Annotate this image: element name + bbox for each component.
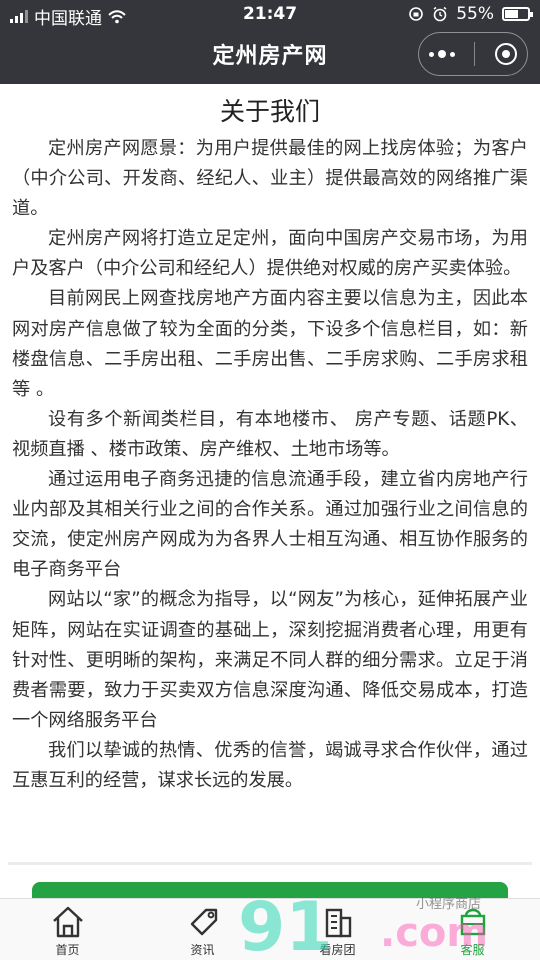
battery-icon [502, 7, 533, 21]
status-bar: 中国联通 21:47 55% [0, 0, 540, 30]
tab-house-tour-label: 看房团 [319, 943, 356, 957]
home-icon [52, 906, 83, 938]
status-right: 55% [408, 4, 533, 24]
capsule-divider [474, 42, 476, 66]
close-mini-program-icon[interactable] [495, 43, 518, 65]
building-icon [325, 908, 351, 938]
about-content: 关于我们 定州房产网愿景：为用户提供最佳的网上找房体验；为客户（中介公司、开发商… [12, 92, 528, 796]
about-paragraph: 通过运用电子商务迅捷的信息流通手段，建立省内房地产行业内部及其相关行业之间的合作… [12, 469, 528, 581]
app-header: 中国联通 21:47 55% 定州房产网 [0, 0, 540, 84]
mini-program-capsule [418, 32, 528, 76]
battery-percent: 55% [456, 4, 494, 24]
tab-service[interactable]: 客服 [405, 899, 540, 960]
tag-icon [190, 908, 217, 936]
more-icon[interactable] [428, 50, 455, 58]
about-paragraph: 设有多个新闻类栏目，有本地楼市、 房产专题、话题PK、视频直播 、楼市政策、房产… [12, 408, 528, 460]
about-title: 关于我们 [219, 97, 320, 126]
tab-home-label: 首页 [55, 943, 80, 957]
about-paragraph: 定州房产网愿景：为用户提供最佳的网上找房体验；为客户（中介公司、开发商、经纪人、… [12, 138, 528, 220]
about-paragraph: 目前网民上网查找房地产方面内容主要以信息为主，因此本网对房产信息做了较为全面的分… [12, 288, 528, 400]
tab-house-tour[interactable]: 看房团 [270, 899, 405, 960]
about-paragraph: 网站以“家”的概念为指导，以“网友”为核心，延伸拓展产业矩阵，网站在实证调查的基… [12, 589, 528, 731]
content-divider [8, 862, 532, 865]
service-icon [460, 908, 485, 936]
tab-news[interactable]: 资讯 [135, 899, 270, 960]
orientation-lock-icon [409, 7, 424, 21]
bottom-tabbar: 首页 资讯 看房团 客服 [0, 898, 540, 960]
tab-news-label: 资讯 [190, 943, 215, 957]
alarm-icon [433, 6, 447, 22]
about-paragraph: 我们以挚诚的热情、优秀的信誉，竭诚寻求合作伙伴，通过互惠互利的经营，谋求长远的发… [12, 739, 528, 791]
about-paragraph: 定州房产网将打造立足定州，面向中国房产交易市场，为用户及客户（中介公司和经纪人）… [12, 228, 528, 280]
tab-home[interactable]: 首页 [0, 899, 135, 960]
tab-service-label: 客服 [460, 943, 485, 957]
